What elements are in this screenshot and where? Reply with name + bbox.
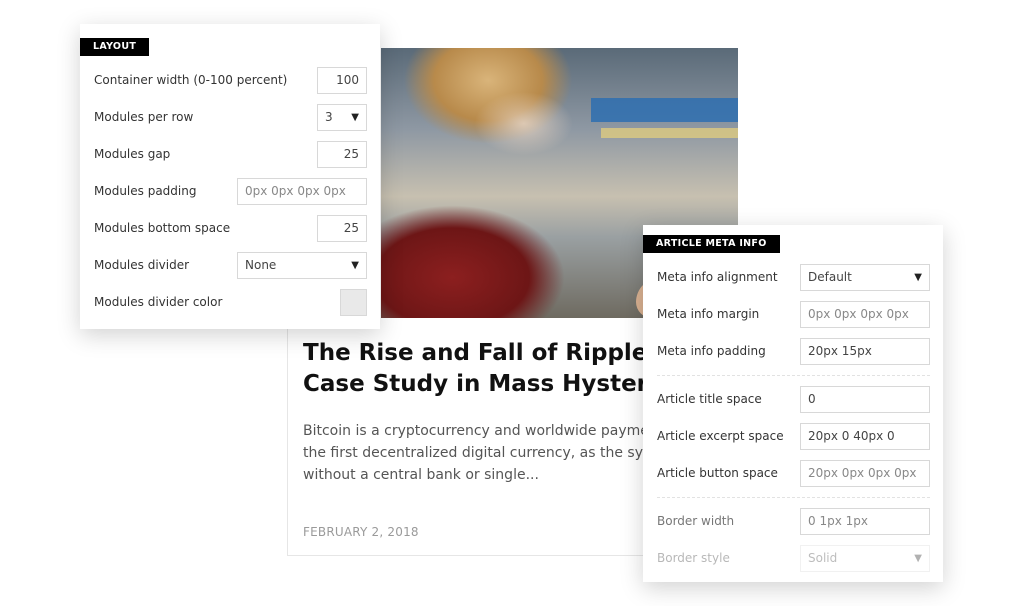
article-button-space-row: Article button space 20px 0px 0px 0px <box>657 460 930 487</box>
layout-settings-panel: LAYOUT Container width (0-100 percent) 1… <box>80 24 380 329</box>
modules-divider-color-swatch[interactable] <box>340 289 367 316</box>
modules-per-row-row: Modules per row 3 ▼ <box>94 104 367 131</box>
modules-bottom-space-row: Modules bottom space 25 <box>94 215 367 242</box>
modules-divider-color-label: Modules divider color <box>94 295 223 309</box>
modules-padding-label: Modules padding <box>94 184 197 198</box>
border-style-label: Border style <box>657 551 730 565</box>
modules-divider-label: Modules divider <box>94 258 190 272</box>
section-divider <box>657 497 930 498</box>
meta-info-margin-row: Meta info margin 0px 0px 0px 0px <box>657 301 930 328</box>
modules-bottom-space-label: Modules bottom space <box>94 221 231 235</box>
photo-train-stripe <box>591 98 738 122</box>
modules-per-row-select[interactable]: 3 ▼ <box>317 104 367 131</box>
border-width-label: Border width <box>657 514 735 528</box>
article-button-space-input[interactable]: 20px 0px 0px 0px <box>800 460 930 487</box>
meta-info-padding-label: Meta info padding <box>657 344 766 358</box>
border-style-row: Border style Solid ▼ <box>657 545 930 572</box>
article-title-space-label: Article title space <box>657 392 762 406</box>
article-excerpt-space-row: Article excerpt space 20px 0 40px 0 <box>657 423 930 450</box>
article-button-space-label: Article button space <box>657 466 778 480</box>
caret-down-icon: ▼ <box>914 553 922 564</box>
border-style-select[interactable]: Solid ▼ <box>800 545 930 572</box>
modules-divider-value: None <box>245 258 277 272</box>
border-style-value: Solid <box>808 551 838 565</box>
caret-down-icon: ▼ <box>351 260 359 271</box>
article-title-space-row: Article title space 0 <box>657 386 930 413</box>
modules-gap-label: Modules gap <box>94 147 171 161</box>
modules-gap-row: Modules gap 25 <box>94 141 367 168</box>
layout-panel-tag: LAYOUT <box>80 38 150 56</box>
modules-padding-input[interactable]: 0px 0px 0px 0px <box>237 178 367 205</box>
article-excerpt-space-input[interactable]: 20px 0 40px 0 <box>800 423 930 450</box>
modules-divider-select[interactable]: None ▼ <box>237 252 367 279</box>
modules-gap-input[interactable]: 25 <box>317 141 367 168</box>
container-width-row: Container width (0-100 percent) 100 <box>94 67 367 94</box>
article-date: FEBRUARY 2, 2018 <box>303 525 419 539</box>
caret-down-icon: ▼ <box>351 112 359 123</box>
meta-info-padding-row: Meta info padding 20px 15px <box>657 338 930 365</box>
modules-per-row-label: Modules per row <box>94 110 194 124</box>
meta-info-alignment-row: Meta info alignment Default ▼ <box>657 264 930 291</box>
modules-padding-row: Modules padding 0px 0px 0px 0px <box>94 178 367 205</box>
meta-info-alignment-label: Meta info alignment <box>657 270 778 284</box>
meta-info-alignment-select[interactable]: Default ▼ <box>800 264 930 291</box>
meta-info-alignment-value: Default <box>808 270 852 284</box>
container-width-input[interactable]: 100 <box>317 67 367 94</box>
modules-per-row-value: 3 <box>325 110 333 124</box>
container-width-label: Container width (0-100 percent) <box>94 73 288 87</box>
photo-light-stripe <box>601 128 738 138</box>
border-width-input[interactable]: 0 1px 1px <box>800 508 930 535</box>
border-width-row: Border width 0 1px 1px <box>657 508 930 535</box>
modules-bottom-space-input[interactable]: 25 <box>317 215 367 242</box>
meta-panel-tag: ARTICLE META INFO <box>643 235 780 253</box>
meta-info-padding-input[interactable]: 20px 15px <box>800 338 930 365</box>
meta-info-margin-input[interactable]: 0px 0px 0px 0px <box>800 301 930 328</box>
modules-divider-row: Modules divider None ▼ <box>94 252 367 279</box>
article-meta-info-panel: ARTICLE META INFO Meta info alignment De… <box>643 225 943 582</box>
caret-down-icon: ▼ <box>914 272 922 283</box>
modules-divider-color-row: Modules divider color <box>94 289 367 316</box>
meta-info-margin-label: Meta info margin <box>657 307 760 321</box>
article-title-space-input[interactable]: 0 <box>800 386 930 413</box>
article-excerpt-space-label: Article excerpt space <box>657 429 784 443</box>
section-divider <box>657 375 930 376</box>
